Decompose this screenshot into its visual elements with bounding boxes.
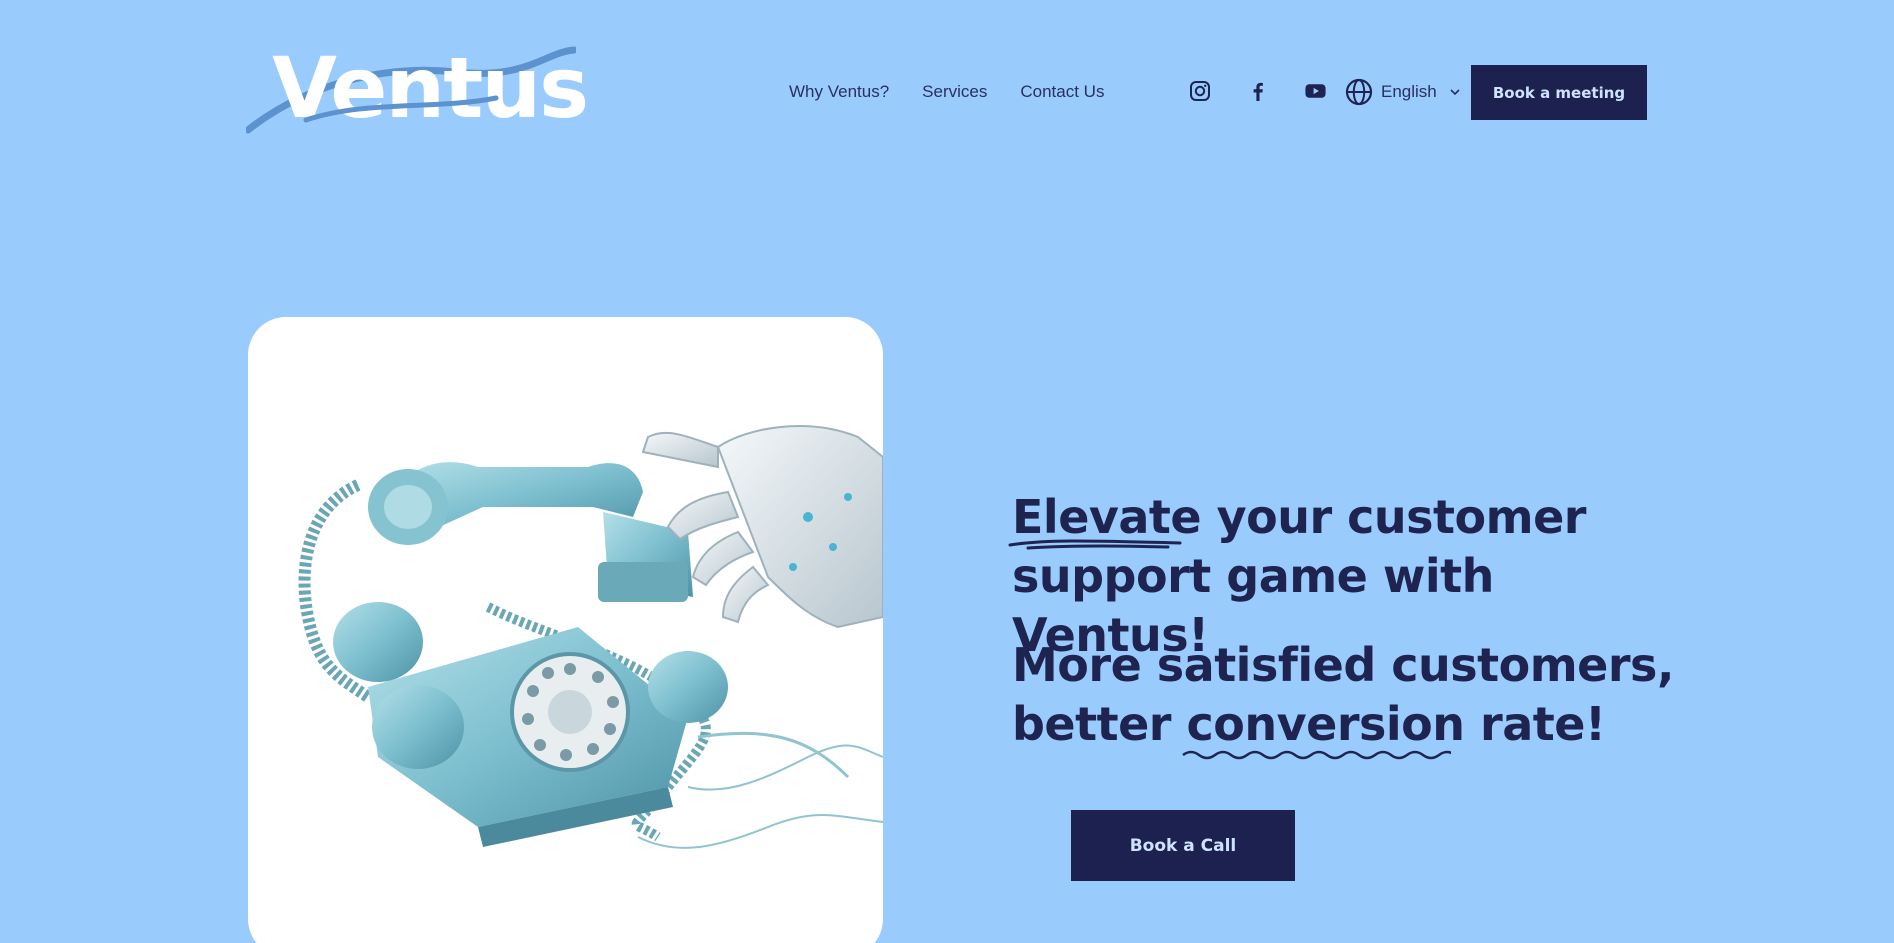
wavy-underline-decoration	[1181, 750, 1451, 760]
telephone-robot-hand-illustration	[298, 425, 883, 849]
subheadline-highlight: conversion	[1181, 695, 1465, 760]
page: Ventus Why Ventus? Services Contact Us E…	[0, 0, 1894, 943]
book-meeting-button[interactable]: Book a meeting	[1471, 65, 1647, 120]
youtube-icon[interactable]	[1304, 79, 1327, 102]
language-label: English	[1381, 82, 1437, 101]
nav-item-why-ventus[interactable]: Why Ventus?	[789, 82, 889, 102]
facebook-icon[interactable]	[1246, 79, 1269, 102]
headline-highlight: Elevate	[1008, 488, 1202, 550]
hero-subheadline: More satisfied customers, better convers…	[1012, 636, 1692, 760]
social-links	[1188, 79, 1327, 102]
language-selector[interactable]: English	[1345, 78, 1461, 106]
instagram-icon[interactable]	[1188, 79, 1211, 102]
chevron-down-icon	[1450, 89, 1460, 96]
brand-logo[interactable]: Ventus	[246, 44, 589, 136]
logo-swoosh-front-icon	[303, 95, 499, 123]
nav-item-contact-us[interactable]: Contact Us	[1020, 82, 1104, 102]
hero-image	[248, 317, 883, 943]
globe-icon	[1345, 78, 1373, 106]
main-nav: Why Ventus? Services Contact Us	[789, 82, 1104, 102]
book-call-button[interactable]: Book a Call	[1071, 810, 1295, 881]
nav-item-services[interactable]: Services	[922, 82, 987, 102]
brush-underline-decoration	[1008, 539, 1182, 550]
